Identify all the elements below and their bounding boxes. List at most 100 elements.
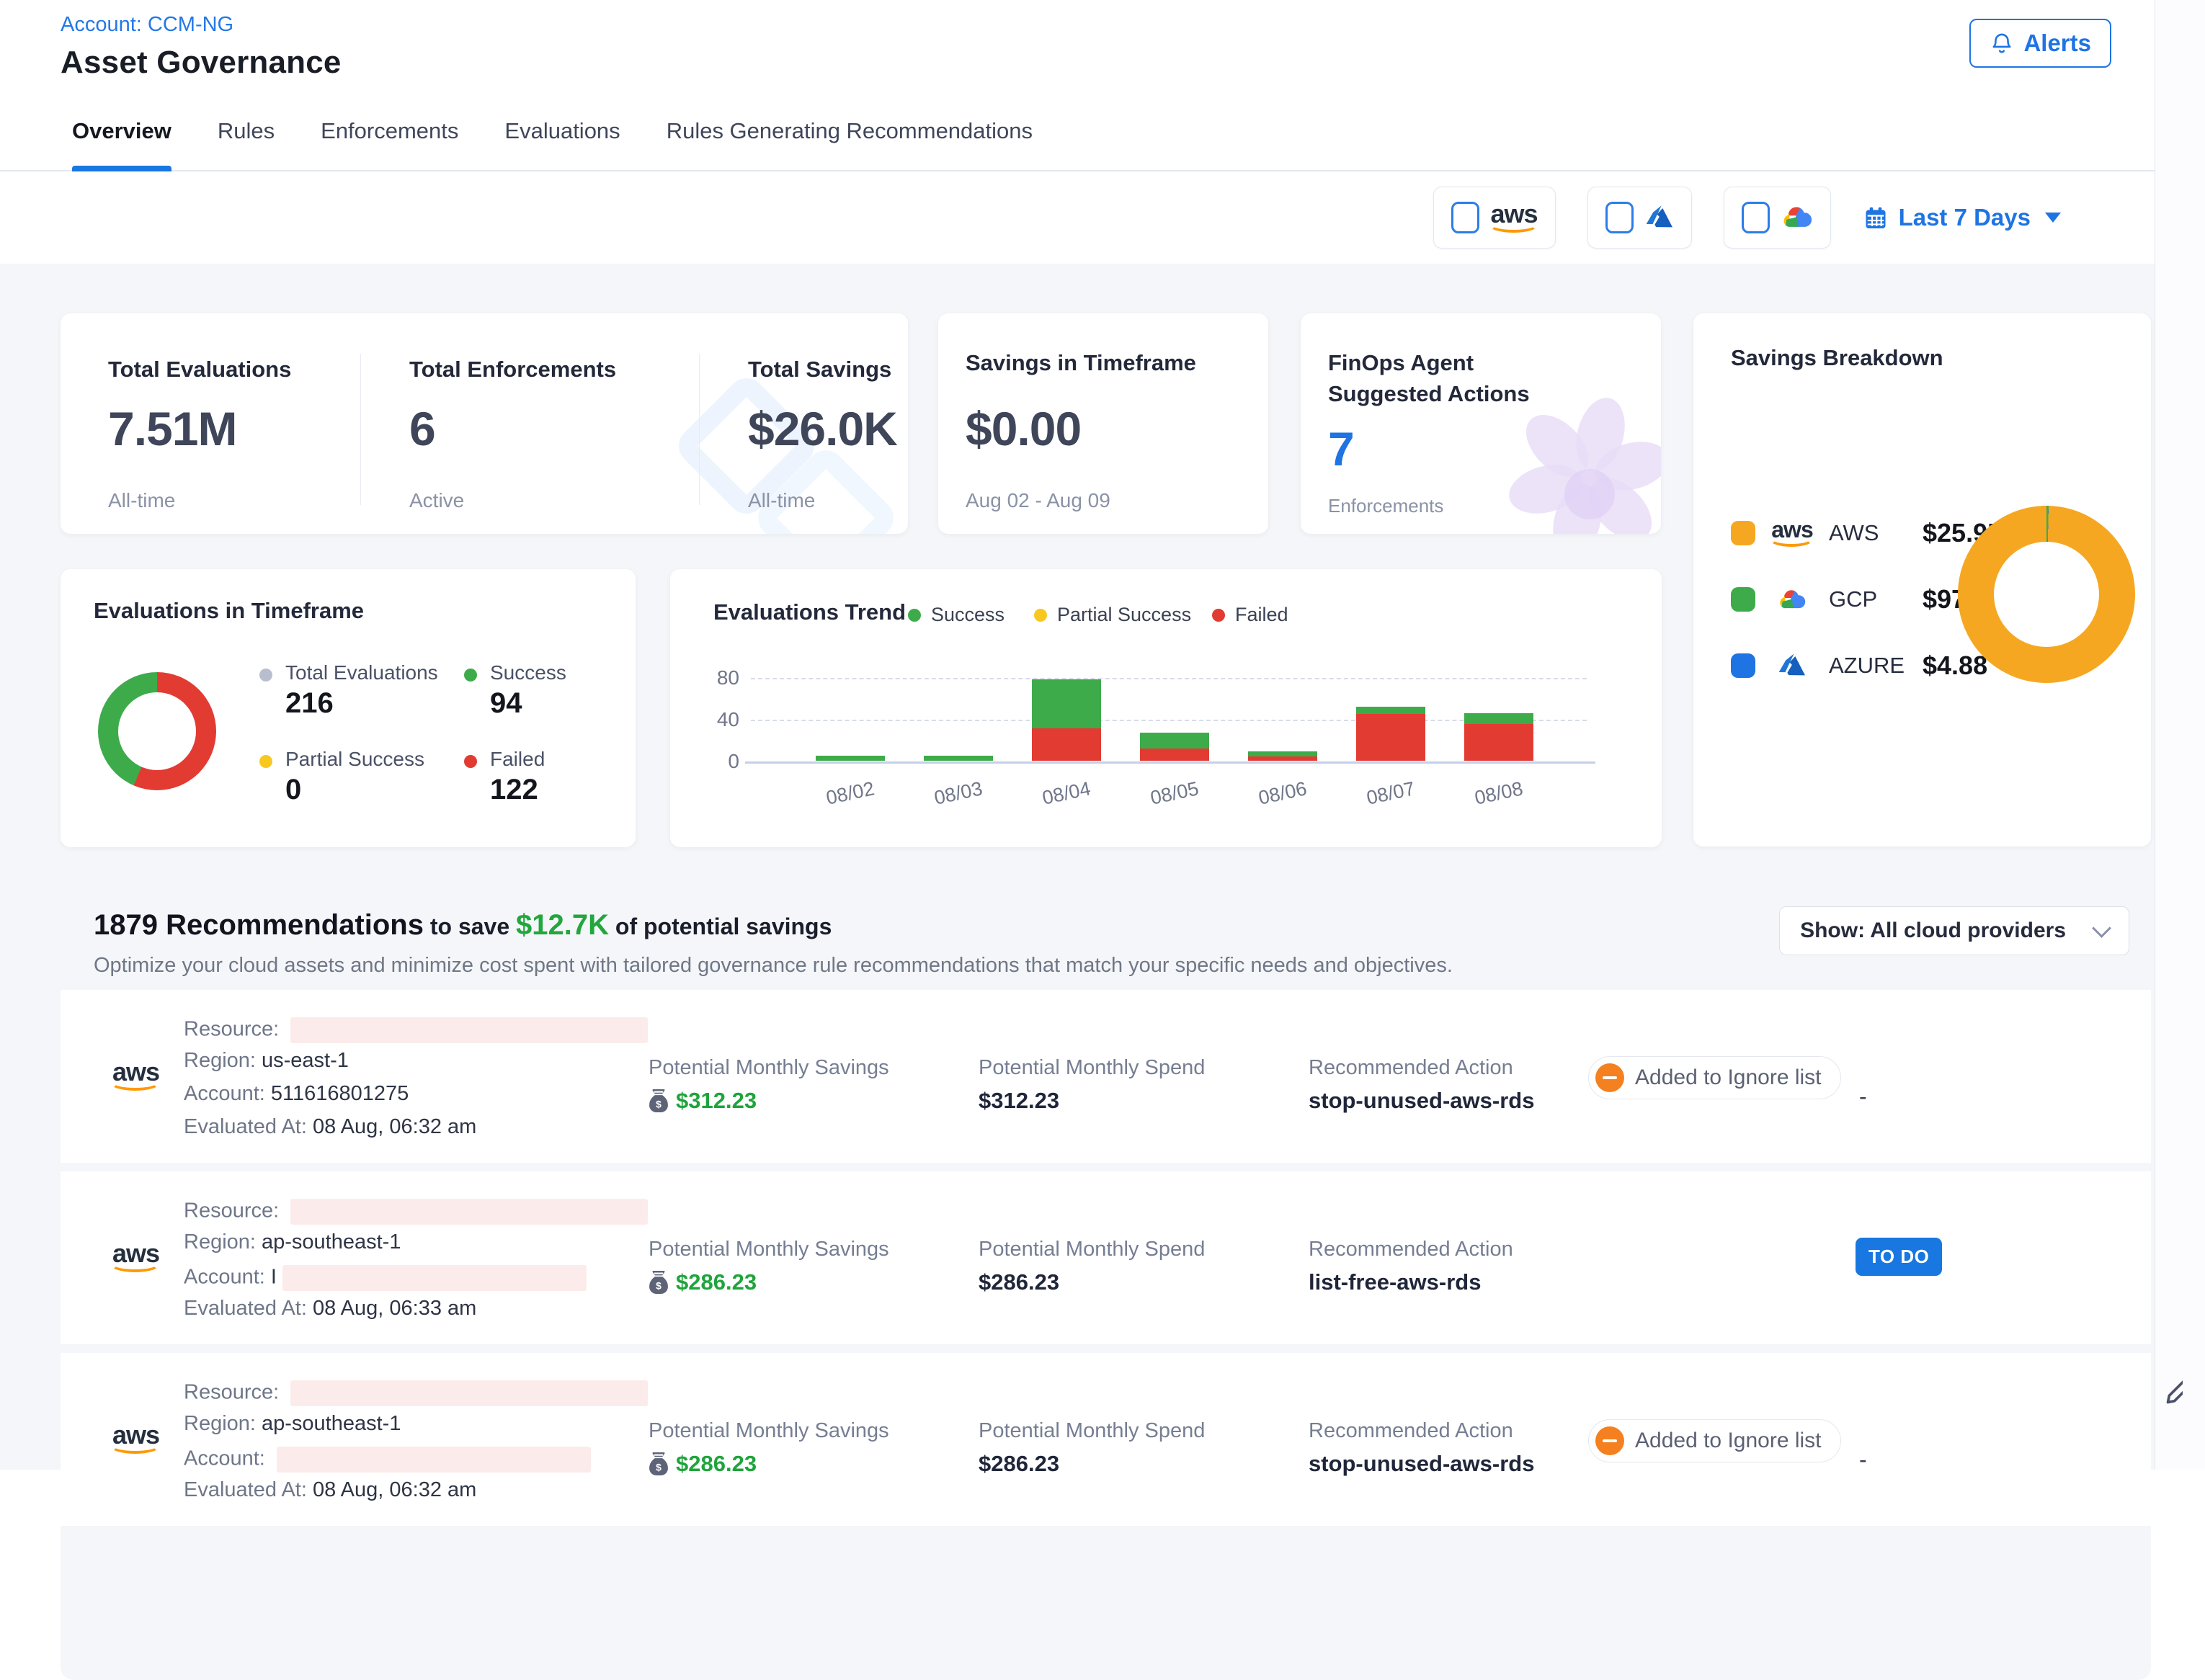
status-dash: -	[1859, 1447, 1867, 1473]
legend-label: Success	[931, 604, 1004, 626]
column-label: Potential Monthly Spend	[979, 1419, 1205, 1443]
card-title: Savings Breakdown	[1731, 345, 1943, 371]
failed-segment	[1248, 756, 1317, 761]
edit-icon[interactable]	[2164, 1375, 2183, 1406]
date-range-selector[interactable]: Last 7 Days	[1863, 204, 2061, 231]
column-label: Recommended Action	[1309, 1419, 1513, 1443]
added-to-ignore-badge[interactable]: Added to Ignore list	[1588, 1056, 1841, 1099]
stat-sublabel: Active	[409, 489, 464, 512]
detail-label: Evaluated At:	[184, 1115, 313, 1138]
provider-name: GCP	[1829, 586, 1907, 612]
top-header: Account: CCM-NG Asset Governance Alerts	[0, 0, 2205, 92]
column-label: Recommended Action	[1309, 1056, 1513, 1080]
legend-dot	[464, 669, 477, 682]
detail-label: Region:	[184, 1049, 262, 1072]
recommended-action-value: list-free-aws-rds	[1309, 1269, 1481, 1295]
stat-value: 6	[409, 401, 435, 456]
redacted-value	[290, 1380, 648, 1406]
bell-icon	[1990, 31, 2014, 55]
recommendation-row: awsResource: Region: ap-southeast-1Accou…	[61, 1353, 2151, 1526]
stat-value: $26.0K	[748, 401, 897, 456]
detail-label: Account:	[184, 1447, 271, 1470]
aws-icon: aws	[112, 1241, 159, 1274]
tab-overview[interactable]: Overview	[72, 92, 172, 170]
legend-label: Failed	[1235, 604, 1288, 626]
tab-evaluations[interactable]: Evaluations	[504, 92, 620, 170]
recommendation-row: awsResource: Region: ap-southeast-1Accou…	[61, 1171, 2151, 1344]
savings-breakdown-card: Savings Breakdown awsAWS$25.9KGCP$97.19A…	[1693, 313, 2151, 846]
spend-value: $312.23	[979, 1088, 1059, 1114]
filter-label: Show: All cloud providers	[1800, 919, 2066, 943]
column-label: Potential Monthly Savings	[649, 1056, 889, 1080]
detail-value: I	[271, 1266, 277, 1289]
trend-bar-08-05	[1140, 733, 1209, 761]
legend-label: Partial Success	[1057, 604, 1191, 626]
page-title: Asset Governance	[61, 45, 342, 81]
x-axis-label: 08/06	[1231, 772, 1334, 815]
stat-value: 7.51M	[108, 401, 236, 456]
redacted-value	[277, 1447, 591, 1473]
detail-value: 08 Aug, 06:33 am	[313, 1297, 476, 1320]
card-title: FinOps Agent Suggested Actions	[1328, 348, 1566, 410]
tab-rules-generating-recommendations[interactable]: Rules Generating Recommendations	[667, 92, 1033, 170]
gridline	[751, 678, 1587, 679]
column-label: Potential Monthly Savings	[649, 1419, 889, 1443]
x-axis-label: 08/02	[798, 772, 901, 815]
aws-provider-icon: aws	[112, 1059, 159, 1092]
alerts-label: Alerts	[2023, 30, 2091, 57]
checkbox-azure[interactable]	[1605, 202, 1634, 233]
success-segment	[1248, 751, 1317, 756]
evaluations-timeframe-card: Evaluations in Timeframe Total Evaluatio…	[61, 569, 636, 847]
detail-label: Resource:	[184, 1199, 285, 1223]
tab-enforcements[interactable]: Enforcements	[321, 92, 458, 170]
evaluations-timeframe-donut	[98, 672, 216, 790]
tabs-container: Overview Rules Enforcements Evaluations Rule…	[72, 92, 1033, 170]
minus-icon	[1595, 1426, 1624, 1455]
redacted-value	[282, 1265, 587, 1291]
checkbox-aws[interactable]	[1451, 202, 1479, 233]
detail-line: Region: us-east-1	[184, 1050, 349, 1071]
success-segment	[1140, 733, 1209, 749]
failed-segment	[1356, 714, 1425, 761]
detail-label: Evaluated At:	[184, 1297, 313, 1320]
column-label: Recommended Action	[1309, 1238, 1513, 1261]
spend-value: $286.23	[979, 1451, 1059, 1477]
trend-bar-08-07	[1356, 707, 1425, 761]
right-edge-strip	[2155, 0, 2205, 1470]
account-link[interactable]: Account: CCM-NG	[61, 13, 233, 37]
success-segment	[1356, 707, 1425, 714]
breakdown-legend-item-azure: AZURE$4.88	[1731, 648, 1987, 683]
cloud-provider-filter-dropdown[interactable]: Show: All cloud providers	[1779, 906, 2129, 955]
legend-dot	[1034, 609, 1047, 622]
savings-amount: $12.7K	[516, 909, 609, 941]
provider-filter-gcp[interactable]	[1724, 187, 1831, 249]
aws-icon: aws	[112, 1422, 159, 1455]
y-axis-tick: 0	[682, 750, 739, 773]
checkbox-gcp[interactable]	[1742, 202, 1770, 233]
y-axis-tick: 80	[682, 666, 739, 689]
badge-label: Added to Ignore list	[1635, 1429, 1822, 1453]
savings-breakdown-donut	[1958, 506, 2135, 683]
main-content: Total Evaluations 7.51M All-time Total E…	[0, 264, 2155, 1470]
detail-line: Resource:	[184, 1017, 648, 1043]
filters-toolbar: aws Last 7 Days	[0, 171, 2155, 264]
legend-label: Success	[490, 661, 566, 684]
totals-card: Total Evaluations 7.51M All-time Total E…	[61, 313, 908, 534]
detail-line: Account: I	[184, 1265, 587, 1291]
trend-legend-failed: Failed	[1212, 604, 1288, 626]
savings-value: $$286.23	[649, 1269, 757, 1295]
todo-badge[interactable]: TO DO	[1856, 1238, 1942, 1276]
detail-line: Resource:	[184, 1199, 648, 1225]
breakdown-legend-item-aws: awsAWS$25.9K	[1731, 516, 2006, 550]
stat-value: 7	[1328, 421, 1354, 476]
card-title: Evaluations Trend	[713, 599, 906, 625]
provider-filter-azure[interactable]	[1587, 187, 1692, 249]
tab-bar: Overview Rules Enforcements Evaluations Rule…	[0, 92, 2205, 171]
tab-rules[interactable]: Rules	[218, 92, 275, 170]
flower-watermark	[1495, 397, 1661, 534]
provider-filter-aws[interactable]: aws	[1433, 187, 1556, 249]
alerts-button[interactable]: Alerts	[1969, 19, 2111, 68]
detail-value: 08 Aug, 06:32 am	[313, 1115, 476, 1138]
svg-text:$: $	[656, 1098, 662, 1109]
added-to-ignore-badge[interactable]: Added to Ignore list	[1588, 1419, 1841, 1462]
